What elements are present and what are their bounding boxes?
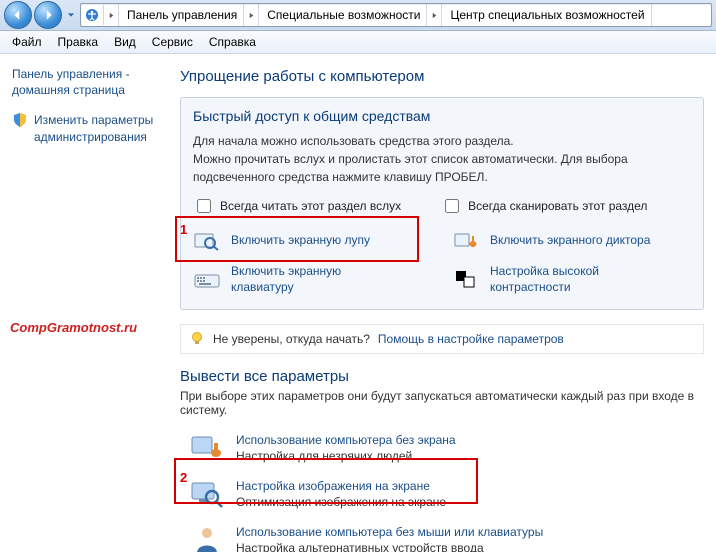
lightbulb-icon <box>189 331 205 347</box>
page-title: Упрощение работы с компьютером <box>180 68 704 85</box>
help-link[interactable]: Помощь в настройке параметров <box>378 332 564 346</box>
tool-magnifier[interactable]: Включить экранную лупу <box>193 230 432 252</box>
monitor-magnifier-icon <box>190 479 224 509</box>
watermark: CompGramotnost.ru <box>10 320 137 335</box>
breadcrumb-item[interactable]: Панель управления <box>119 4 244 26</box>
ease-of-access-icon <box>81 5 104 25</box>
sidebar-link-admin[interactable]: Изменить параметры администрирования <box>12 112 162 144</box>
keyboard-icon <box>193 269 221 291</box>
all-settings-desc: При выборе этих параметров они будут зап… <box>180 389 704 417</box>
tool-contrast-label: Настройка высокой контрастности <box>490 264 660 295</box>
chk-scan-label: Всегда сканировать этот раздел <box>468 199 647 213</box>
chevron-right-icon[interactable] <box>427 4 442 26</box>
setting-display-sub: Оптимизация изображения на экране <box>236 495 446 509</box>
quick-desc-2: Можно прочитать вслух и пролистать этот … <box>193 150 691 186</box>
help-question: Не уверены, откуда начать? <box>213 332 370 346</box>
tool-osk-label: Включить экранную клавиатуру <box>231 264 401 295</box>
menu-edit[interactable]: Правка <box>50 33 107 51</box>
quick-title: Быстрый доступ к общим средствам <box>193 108 691 124</box>
person-icon <box>190 525 224 552</box>
annotation-number-2: 2 <box>180 470 187 485</box>
breadcrumb-item[interactable]: Центр специальных возможностей <box>442 4 651 26</box>
chk-read-aloud-box[interactable] <box>197 199 211 213</box>
setting-no-display-title: Использование компьютера без экрана <box>236 433 456 447</box>
setting-no-mouse-keyboard-title: Использование компьютера без мыши или кл… <box>236 525 543 539</box>
menu-bar: Файл Правка Вид Сервис Справка <box>0 31 716 54</box>
chk-read-aloud[interactable]: Всегда читать этот раздел вслух <box>193 196 401 216</box>
setting-display-title: Настройка изображения на экране <box>236 479 446 493</box>
narrator-large-icon <box>190 433 224 463</box>
sidebar-link-admin-label: Изменить параметры администрирования <box>34 112 162 144</box>
main-content: Упрощение работы с компьютером Быстрый д… <box>170 54 716 552</box>
menu-file[interactable]: Файл <box>4 33 50 51</box>
chk-read-aloud-label: Всегда читать этот раздел вслух <box>220 199 401 213</box>
setting-no-display-sub: Настройка для незрячих людей <box>236 449 456 463</box>
setting-no-display[interactable]: Использование компьютера без экрана Наст… <box>180 427 704 473</box>
setting-no-mouse-keyboard[interactable]: Использование компьютера без мыши или кл… <box>180 519 704 552</box>
menu-help[interactable]: Справка <box>201 33 264 51</box>
chk-scan[interactable]: Всегда сканировать этот раздел <box>441 196 647 216</box>
chevron-right-icon[interactable] <box>104 4 119 26</box>
help-row: Не уверены, откуда начать? Помощь в наст… <box>180 324 704 354</box>
magnifier-icon <box>193 230 221 252</box>
sidebar: Панель управления - домашняя страница Из… <box>0 54 170 552</box>
menu-view[interactable]: Вид <box>106 33 144 51</box>
annotation-number-1: 1 <box>180 222 187 237</box>
back-button[interactable] <box>4 1 32 29</box>
nav-history-dropdown[interactable] <box>64 4 78 26</box>
breadcrumb-item[interactable]: Специальные возможности <box>259 4 427 26</box>
contrast-icon <box>452 269 480 291</box>
tool-narrator-label: Включить экранного диктора <box>490 233 650 249</box>
chk-scan-box[interactable] <box>445 199 459 213</box>
forward-button[interactable] <box>34 1 62 29</box>
chevron-right-icon[interactable] <box>244 4 259 26</box>
setting-display[interactable]: Настройка изображения на экране Оптимиза… <box>180 473 704 519</box>
quick-desc-1: Для начала можно использовать средства э… <box>193 132 691 150</box>
tool-osk[interactable]: Включить экранную клавиатуру <box>193 264 432 295</box>
address-bar: Панель управления Специальные возможност… <box>0 0 716 31</box>
menu-tools[interactable]: Сервис <box>144 33 201 51</box>
quick-access-panel: Быстрый доступ к общим средствам Для нач… <box>180 97 704 310</box>
setting-no-mouse-keyboard-sub: Настройка альтернативных устройств ввода <box>236 541 543 552</box>
tool-narrator[interactable]: Включить экранного диктора <box>452 230 691 252</box>
all-settings-title: Вывести все параметры <box>180 368 704 385</box>
shield-icon <box>12 112 28 128</box>
narrator-icon <box>452 230 480 252</box>
tool-contrast[interactable]: Настройка высокой контрастности <box>452 264 691 295</box>
sidebar-link-home[interactable]: Панель управления - домашняя страница <box>12 66 162 98</box>
tool-magnifier-label: Включить экранную лупу <box>231 233 370 249</box>
breadcrumb-bar[interactable]: Панель управления Специальные возможност… <box>80 3 712 27</box>
